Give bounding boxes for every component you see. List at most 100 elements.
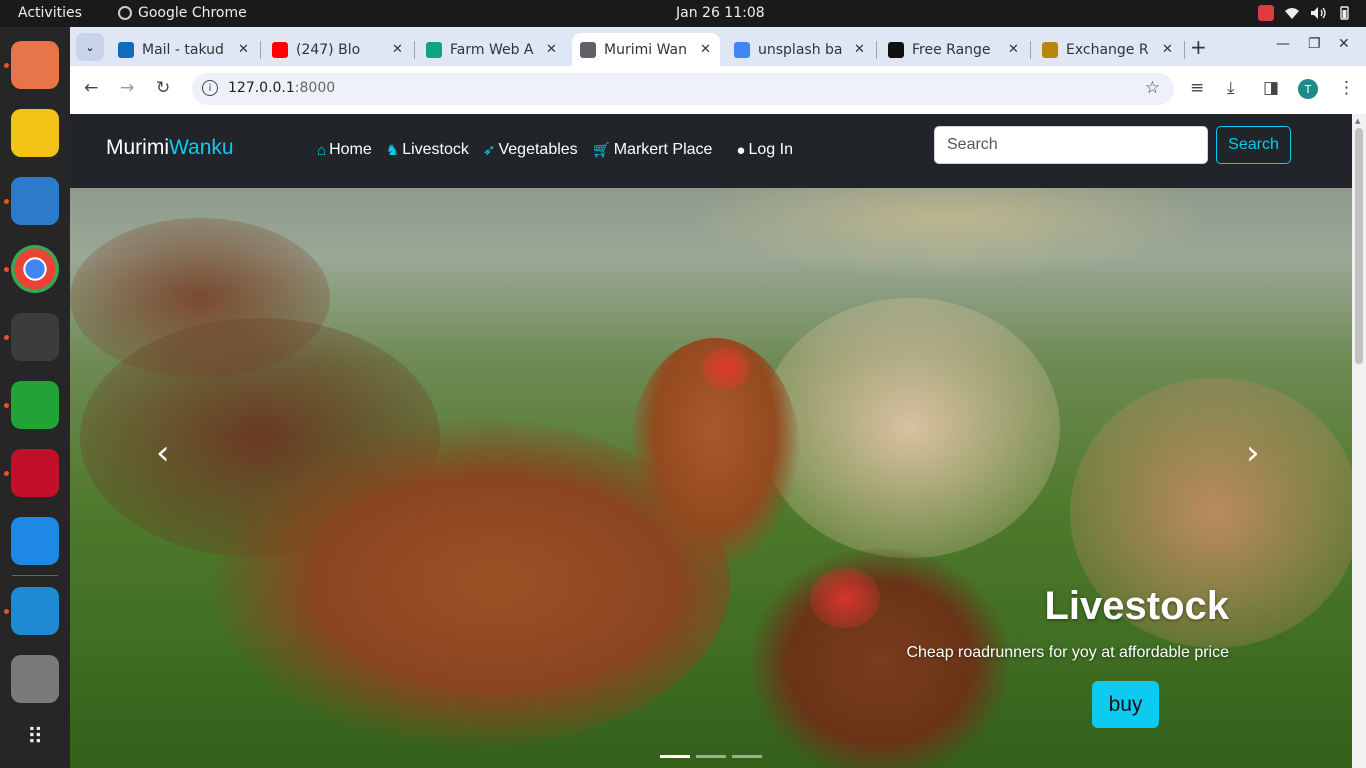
tab-title: (247) Blo <box>296 41 361 58</box>
home-icon: ⌂ <box>317 141 327 159</box>
tab-title: Free Range <box>912 41 991 58</box>
nav-login[interactable]: ● Log In <box>736 141 793 159</box>
indicator-icon[interactable] <box>1258 5 1274 21</box>
unsplash-icon <box>888 41 904 58</box>
files-icon[interactable] <box>11 41 59 89</box>
running-indicator <box>4 471 9 476</box>
buy-button[interactable]: buy <box>1092 681 1159 728</box>
close-tab-icon[interactable]: ✕ <box>392 42 403 57</box>
hero-carousel: ‹ › Livestock Cheap roadrunners for yoy … <box>70 188 1352 768</box>
terminal-icon[interactable] <box>11 313 59 361</box>
cow-icon: ♞ <box>385 142 400 159</box>
nav-marketplace[interactable]: 🛒︎ Markert Place <box>592 141 713 159</box>
nav-marketplace-label: Markert Place <box>613 141 713 158</box>
tab-title: Exchange R <box>1066 41 1149 58</box>
tab-7[interactable]: Exchange R ✕ <box>1034 33 1182 66</box>
browser-toolbar: ← → ↻ i 127.0.0.1:8000 ☆ ≡ ⤓ ◨ T ⋮ <box>70 66 1366 113</box>
scrollbar-thumb[interactable] <box>1355 128 1363 364</box>
close-tab-icon[interactable]: ✕ <box>238 42 249 57</box>
nav-login-label: Log In <box>748 141 793 158</box>
running-indicator <box>4 335 9 340</box>
app-menu[interactable]: Google Chrome <box>118 5 247 21</box>
profile-avatar[interactable]: T <box>1298 79 1318 99</box>
vscode-icon[interactable] <box>11 587 59 635</box>
calc-icon[interactable] <box>11 381 59 429</box>
show-apps-icon[interactable]: ⠿ <box>11 713 59 761</box>
cherry-icon[interactable] <box>11 449 59 497</box>
reading-list-icon[interactable]: ≡ <box>1190 78 1204 98</box>
bookmark-star-icon[interactable]: ☆ <box>1145 78 1160 98</box>
exchange-icon <box>1042 41 1058 58</box>
carousel-next-button[interactable]: › <box>1246 433 1260 473</box>
close-tab-icon[interactable]: ✕ <box>854 42 865 57</box>
download-icon[interactable]: ⤓ <box>1227 78 1235 98</box>
hero-text: Cheap roadrunners for yoy at affordable … <box>906 644 1229 661</box>
scroll-up-arrow[interactable]: ▲ <box>1355 117 1360 125</box>
tab-1[interactable]: Mail - takud ✕ <box>110 33 258 66</box>
carousel-prev-button[interactable]: ‹ <box>156 433 170 473</box>
google-icon <box>734 41 750 58</box>
nav-vegetables[interactable]: ➶ Vegetables <box>483 141 578 159</box>
outlook-icon <box>118 41 134 58</box>
tab-2[interactable]: (247) Blo ✕ <box>264 33 412 66</box>
tab-title: unsplash ba <box>758 41 843 58</box>
rhythmbox-icon[interactable] <box>11 109 59 157</box>
tab-search-button[interactable]: ⌄ <box>76 33 104 61</box>
tab-5[interactable]: unsplash ba ✕ <box>726 33 874 66</box>
webstorm-icon[interactable] <box>11 517 59 565</box>
page-scrollbar[interactable]: ▲ <box>1352 114 1366 768</box>
dock-separator <box>12 575 58 576</box>
close-tab-icon[interactable]: ✕ <box>546 42 557 57</box>
new-tab-button[interactable]: + <box>1190 35 1207 59</box>
search-button[interactable]: Search <box>1216 126 1291 164</box>
back-button[interactable]: ← <box>84 78 98 98</box>
dock: ⠿ <box>0 27 70 768</box>
tab-3[interactable]: Farm Web A ✕ <box>418 33 566 66</box>
writer-icon[interactable] <box>11 177 59 225</box>
running-indicator <box>4 609 9 614</box>
carrot-icon: ➶ <box>482 142 496 159</box>
tab-6[interactable]: Free Range ✕ <box>880 33 1028 66</box>
system-tray[interactable] <box>1258 5 1352 21</box>
close-tab-icon[interactable]: ✕ <box>1162 42 1173 57</box>
nav-home[interactable]: ⌂ Home <box>317 141 372 159</box>
activities-button[interactable]: Activities <box>18 5 82 21</box>
browser-window: ⌄ Mail - takud ✕ (247) Blo ✕ Farm Web A ✕ Muri… <box>70 27 1366 768</box>
maximize-button[interactable]: ❐ <box>1308 36 1321 52</box>
tab-strip: ⌄ Mail - takud ✕ (247) Blo ✕ Farm Web A ✕ Muri… <box>70 27 1366 66</box>
tab-separator <box>876 41 877 59</box>
address-bar[interactable]: i 127.0.0.1:8000 ☆ <box>192 73 1174 105</box>
close-tab-icon[interactable]: ✕ <box>1008 42 1019 57</box>
tab-title: Farm Web A <box>450 41 534 58</box>
carousel-indicator[interactable] <box>696 755 726 758</box>
url-text[interactable]: 127.0.0.1:8000 <box>228 80 335 96</box>
tab-separator <box>1030 41 1031 59</box>
nav-livestock[interactable]: ♞ Livestock <box>386 141 469 159</box>
small-hen-comb <box>810 568 880 628</box>
minimize-button[interactable]: — <box>1276 36 1290 52</box>
tab-4[interactable]: Murimi Wan ✕ <box>572 33 720 66</box>
side-panel-icon[interactable]: ◨ <box>1263 78 1279 98</box>
close-window-button[interactable]: ✕ <box>1338 36 1350 52</box>
site-navbar: MurimiWanku ⌂ Home ♞ Livestock ➶ Vegetables… <box>70 114 1352 188</box>
trash-icon[interactable] <box>11 655 59 703</box>
menu-kebab-icon[interactable]: ⋮ <box>1338 78 1355 98</box>
reload-button[interactable]: ↻ <box>156 78 170 98</box>
running-indicator <box>4 199 9 204</box>
brand-part-1: Murimi <box>106 136 169 159</box>
clock[interactable]: Jan 26 11:08 <box>676 5 765 21</box>
globe-icon <box>580 41 596 58</box>
running-indicator <box>4 267 9 272</box>
close-tab-icon[interactable]: ✕ <box>700 42 711 57</box>
cart-icon: 🛒︎ <box>591 142 611 159</box>
site-info-icon[interactable]: i <box>202 80 218 96</box>
tab-title: Murimi Wan <box>604 41 687 58</box>
site-brand[interactable]: MurimiWanku <box>106 136 234 160</box>
nav-livestock-label: Livestock <box>402 141 469 158</box>
carousel-indicator[interactable] <box>660 755 690 758</box>
carousel-indicator[interactable] <box>732 755 762 758</box>
forward-button[interactable]: → <box>120 78 134 98</box>
volume-icon <box>1311 7 1326 19</box>
search-input[interactable] <box>934 126 1208 164</box>
chrome-icon[interactable] <box>11 245 59 293</box>
